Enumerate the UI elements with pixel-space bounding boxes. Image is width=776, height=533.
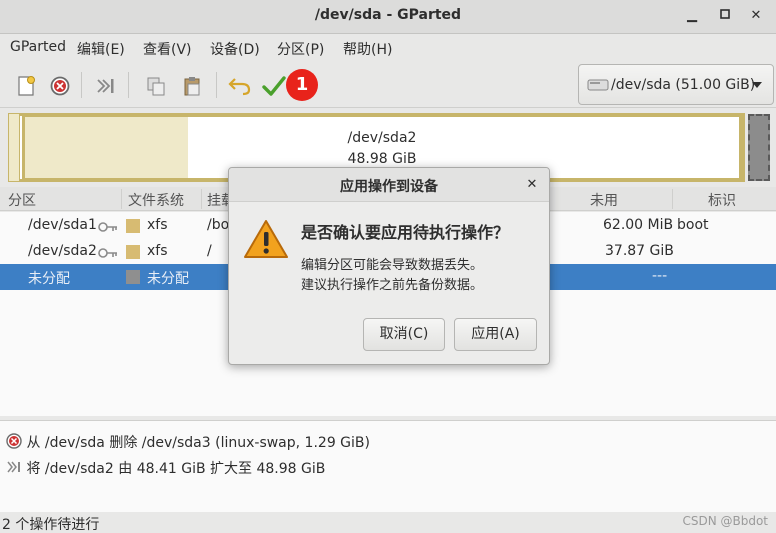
cell-unused: 37.87 GiB xyxy=(605,243,674,259)
cell-filesystem: xfs xyxy=(147,217,168,233)
menu-device[interactable]: 设备(D) xyxy=(210,39,260,59)
column-flags[interactable]: 标识 xyxy=(708,190,736,210)
used-space-bar xyxy=(25,117,188,178)
device-selector[interactable]: /dev/sda (51.00 GiB) xyxy=(578,64,774,105)
resize-move-icon xyxy=(7,461,20,473)
partition-map-sda1[interactable] xyxy=(9,114,20,181)
dialog-message-line1: 编辑分区可能会导致数据丢失。 xyxy=(301,258,484,273)
warning-icon xyxy=(244,220,288,258)
cell-partition: 未分配 xyxy=(28,271,70,287)
chevron-down-icon xyxy=(752,82,762,88)
partition-map-size: 48.98 GiB xyxy=(347,151,417,167)
cell-flags: boot xyxy=(677,217,709,233)
partition-map-name: /dev/sda2 xyxy=(347,130,417,146)
apply-button[interactable]: 应用(A) xyxy=(454,318,537,351)
close-window-icon[interactable]: ✕ xyxy=(746,6,766,26)
dialog-heading: 是否确认要应用待执行操作？ xyxy=(301,223,510,242)
paste-icon[interactable] xyxy=(180,74,204,98)
minimize-icon[interactable]: ▁ xyxy=(682,6,702,26)
menu-help[interactable]: 帮助(H) xyxy=(343,39,392,59)
status-text: 2 个操作待进行 xyxy=(2,517,100,533)
dialog-title: 应用操作到设备 xyxy=(340,179,438,195)
watermark: CSDN @Bbdot xyxy=(682,514,768,528)
delete-icon[interactable] xyxy=(48,74,72,98)
menu-edit[interactable]: 编辑(E) xyxy=(77,39,125,59)
close-icon[interactable]: ✕ xyxy=(523,176,541,194)
list-item[interactable]: 将 /dev/sda2 由 48.41 GiB 扩大至 48.98 GiB xyxy=(6,458,325,478)
cell-partition: /dev/sda2 xyxy=(28,243,97,259)
key-icon xyxy=(98,222,117,232)
menu-gparted[interactable]: GParted xyxy=(10,39,66,55)
key-icon xyxy=(98,248,117,258)
resize-move-icon[interactable] xyxy=(94,74,118,98)
status-bar: 2 个操作待进行 CSDN @Bbdot xyxy=(0,512,776,533)
fs-color-swatch xyxy=(126,219,140,233)
maximize-icon[interactable] xyxy=(715,6,735,26)
undo-icon[interactable] xyxy=(228,74,252,98)
fs-color-swatch xyxy=(126,245,140,259)
title-bar: /dev/sda - GParted ▁ ✕ xyxy=(0,0,776,34)
cancel-button[interactable]: 取消(C) xyxy=(363,318,445,351)
cell-unused: 62.00 MiB xyxy=(603,217,674,233)
partition-map-unallocated[interactable] xyxy=(748,114,770,181)
cell-filesystem: xfs xyxy=(147,243,168,259)
cell-unused: --- xyxy=(652,268,668,284)
column-filesystem[interactable]: 文件系统 xyxy=(128,190,184,210)
step-badge: 1 xyxy=(286,69,318,101)
window-title: /dev/sda - GParted xyxy=(314,7,462,23)
menu-view[interactable]: 查看(V) xyxy=(143,39,192,59)
dialog-title-bar: 应用操作到设备 ✕ xyxy=(229,168,549,202)
operation-text: 将 /dev/sda2 由 48.41 GiB 扩大至 48.98 GiB xyxy=(26,461,326,477)
list-item[interactable]: 从 /dev/sda 删除 /dev/sda3 (linux-swap, 1.2… xyxy=(6,432,370,452)
fs-color-swatch xyxy=(126,270,140,284)
column-partition[interactable]: 分区 xyxy=(8,190,36,210)
hard-disk-icon xyxy=(587,79,609,91)
cell-filesystem: 未分配 xyxy=(147,271,189,287)
operation-text: 从 /dev/sda 删除 /dev/sda3 (linux-swap, 1.2… xyxy=(26,435,370,451)
pending-operations-pane: 从 /dev/sda 删除 /dev/sda3 (linux-swap, 1.2… xyxy=(0,420,776,512)
dialog-message-line2: 建议执行操作之前先备份数据。 xyxy=(301,278,484,293)
copy-icon[interactable] xyxy=(144,74,168,98)
new-partition-icon[interactable] xyxy=(14,74,38,98)
cell-mountpoint: / xyxy=(207,243,212,259)
cell-partition: /dev/sda1 xyxy=(28,217,97,233)
menu-bar: GParted 编辑(E) 查看(V) 设备(D) 分区(P) 帮助(H) xyxy=(0,34,776,62)
apply-icon[interactable] xyxy=(262,74,286,98)
apply-operations-dialog: 应用操作到设备 ✕ 是否确认要应用待执行操作？ 编辑分区可能会导致数据丢失。 建… xyxy=(228,167,550,365)
delete-icon xyxy=(6,433,22,449)
device-selector-label: /dev/sda (51.00 GiB) xyxy=(611,77,756,93)
column-unused[interactable]: 未用 xyxy=(590,190,618,210)
menu-partition[interactable]: 分区(P) xyxy=(277,39,324,59)
